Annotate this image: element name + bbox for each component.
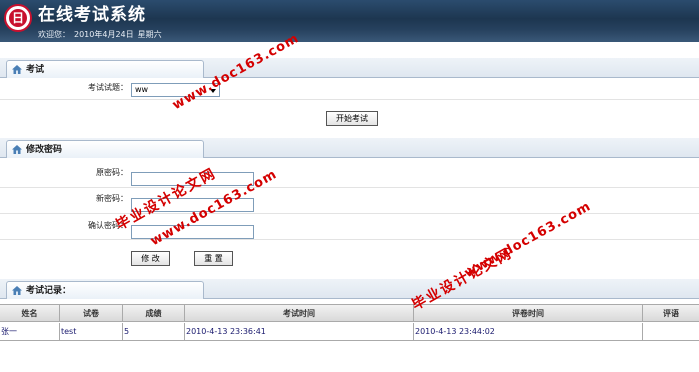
old-password-row: 原密码： — [0, 162, 699, 188]
paper-select-row: 考试试题： ww — [0, 78, 699, 100]
current-weekday: 星期六 — [137, 30, 162, 39]
logo-icon: 日 — [4, 4, 32, 32]
new-password-label: 新密码： — [96, 194, 128, 203]
home-icon — [12, 286, 22, 295]
modify-button[interactable]: 修 改 — [131, 251, 170, 266]
start-exam-button[interactable]: 开始考试 — [326, 111, 378, 126]
exam-tab: 考试 — [6, 60, 204, 78]
app-header: 日 在线考试系统 欢迎您： 2010年4月24日 星期六 — [0, 0, 699, 42]
welcome-label: 欢迎您： — [38, 30, 70, 39]
table-row: 张一 test 5 2010-4-13 23:36:41 2010-4-13 2… — [0, 323, 699, 341]
confirm-password-row: 确认密码： — [0, 214, 699, 240]
column-header-score: 成绩 — [123, 305, 185, 322]
column-header-name: 姓名 — [0, 305, 60, 322]
new-password-row: 新密码： — [0, 188, 699, 214]
records-section-title: 考试记录： — [26, 286, 72, 296]
home-icon — [12, 65, 22, 74]
exam-section-title: 考试 — [26, 65, 45, 75]
cell-paper: test — [60, 323, 123, 341]
welcome-bar: 欢迎您： 2010年4月24日 星期六 — [38, 29, 166, 40]
exam-section-header: 考试 — [0, 58, 699, 78]
records-section-header: 考试记录： — [0, 279, 699, 299]
paper-select-value: ww — [135, 85, 149, 94]
cell-review-time: 2010-4-13 23:44:02 — [414, 323, 643, 341]
paper-label: 考试试题： — [88, 83, 128, 92]
current-date: 2010年4月24日 — [74, 30, 134, 39]
password-tab: 修改密码 — [6, 140, 204, 158]
records-tab: 考试记录： — [6, 281, 204, 299]
home-icon — [12, 145, 22, 154]
column-header-comment: 评语 — [663, 309, 679, 318]
column-header-exam-time: 考试时间 — [185, 305, 414, 322]
password-actions-row: 修 改 重 置 — [0, 240, 699, 270]
password-section-title: 修改密码 — [26, 145, 63, 155]
cell-exam-time: 2010-4-13 23:36:41 — [185, 323, 414, 341]
password-section-header: 修改密码 — [0, 138, 699, 158]
app-title: 在线考试系统 — [38, 5, 146, 25]
cell-score: 5 — [123, 323, 185, 341]
records-table-header: 姓名 试卷 成绩 考试时间 评卷时间 评语 — [0, 304, 699, 322]
cell-name: 张一 — [0, 323, 60, 341]
column-header-paper: 试卷 — [60, 305, 123, 322]
old-password-label: 原密码： — [96, 168, 128, 177]
reset-button[interactable]: 重 置 — [194, 251, 233, 266]
column-header-review-time: 评卷时间 — [414, 305, 643, 322]
cell-comment — [643, 323, 699, 341]
start-exam-row: 开始考试 — [0, 100, 699, 132]
logo-glyph: 日 — [9, 9, 27, 27]
